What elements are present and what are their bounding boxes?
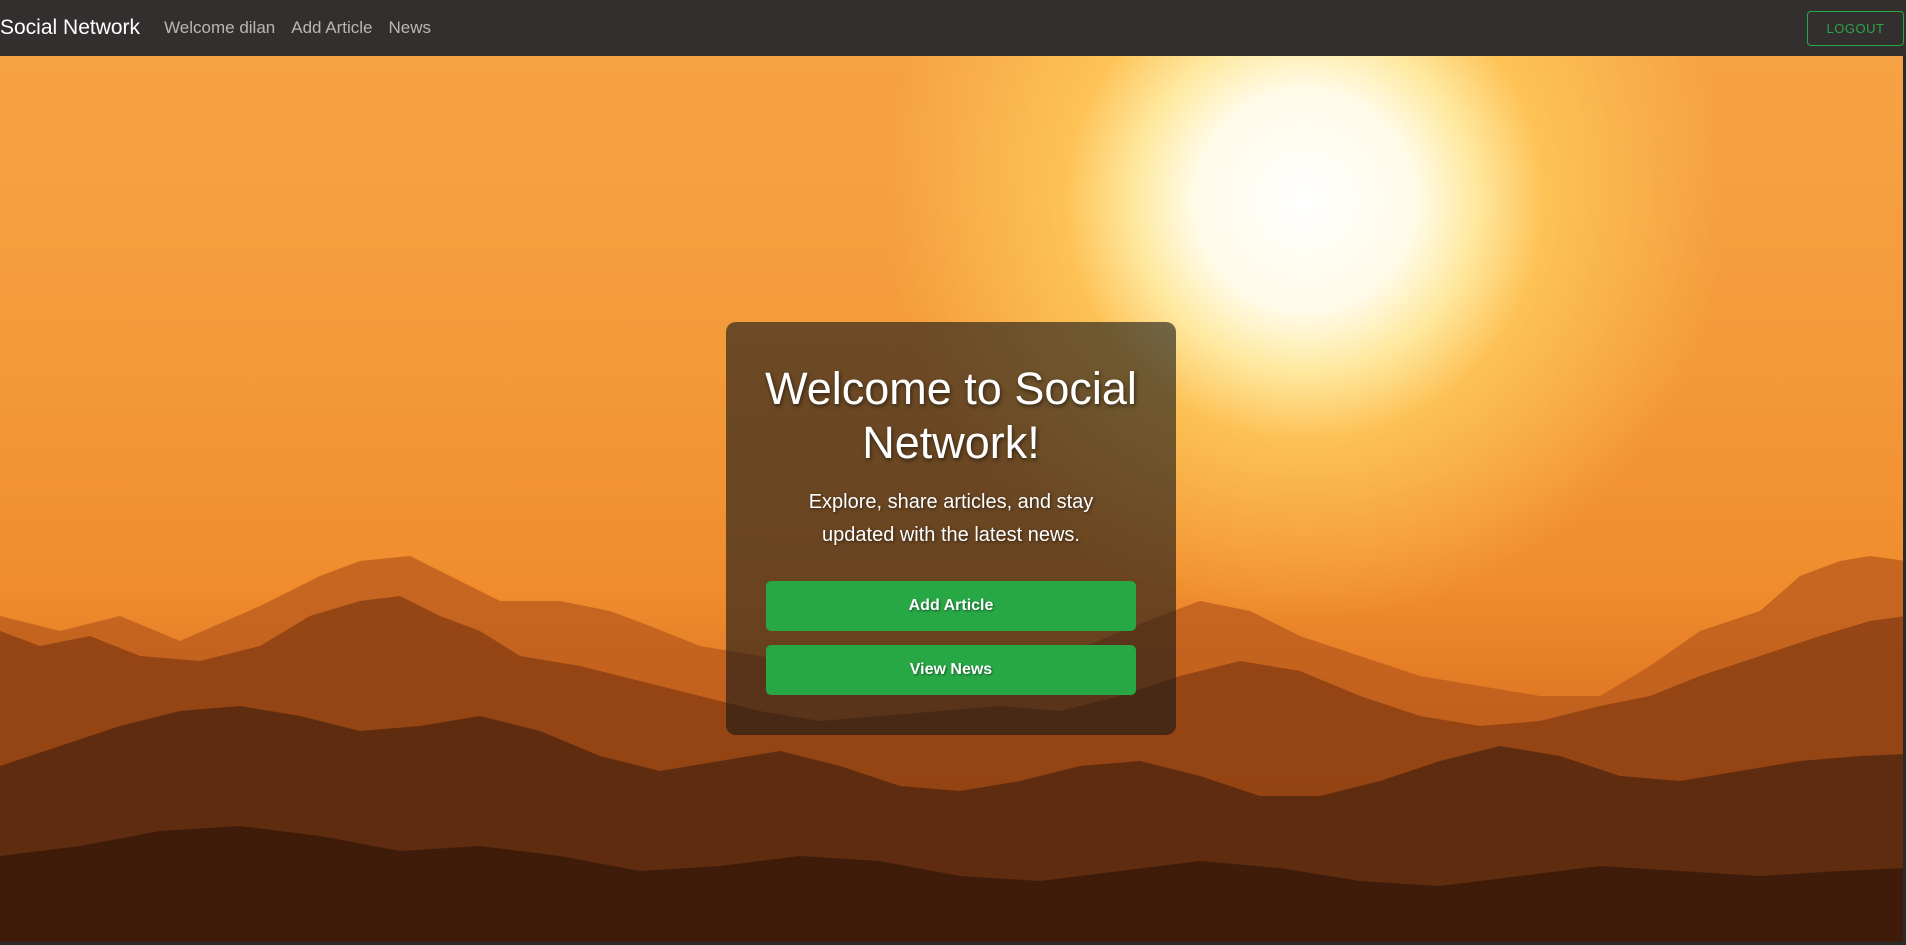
hero-background: Welcome to Social Network! Explore, shar… [0,56,1906,942]
logout-button[interactable]: LOGOUT [1807,11,1904,46]
brand-link[interactable]: Social Network [0,16,140,40]
welcome-card: Welcome to Social Network! Explore, shar… [726,322,1176,735]
nav-link-add-article[interactable]: Add Article [291,18,372,38]
welcome-title: Welcome to Social Network! [765,363,1137,468]
view-news-button[interactable]: View News [766,645,1136,695]
nav-link-welcome[interactable]: Welcome dilan [164,18,275,38]
welcome-subtitle: Explore, share articles, and stay update… [808,491,1094,546]
nav-link-news[interactable]: News [389,18,432,38]
top-navbar: Social Network Welcome dilan Add Article… [0,0,1906,56]
add-article-button[interactable]: Add Article [766,581,1136,631]
